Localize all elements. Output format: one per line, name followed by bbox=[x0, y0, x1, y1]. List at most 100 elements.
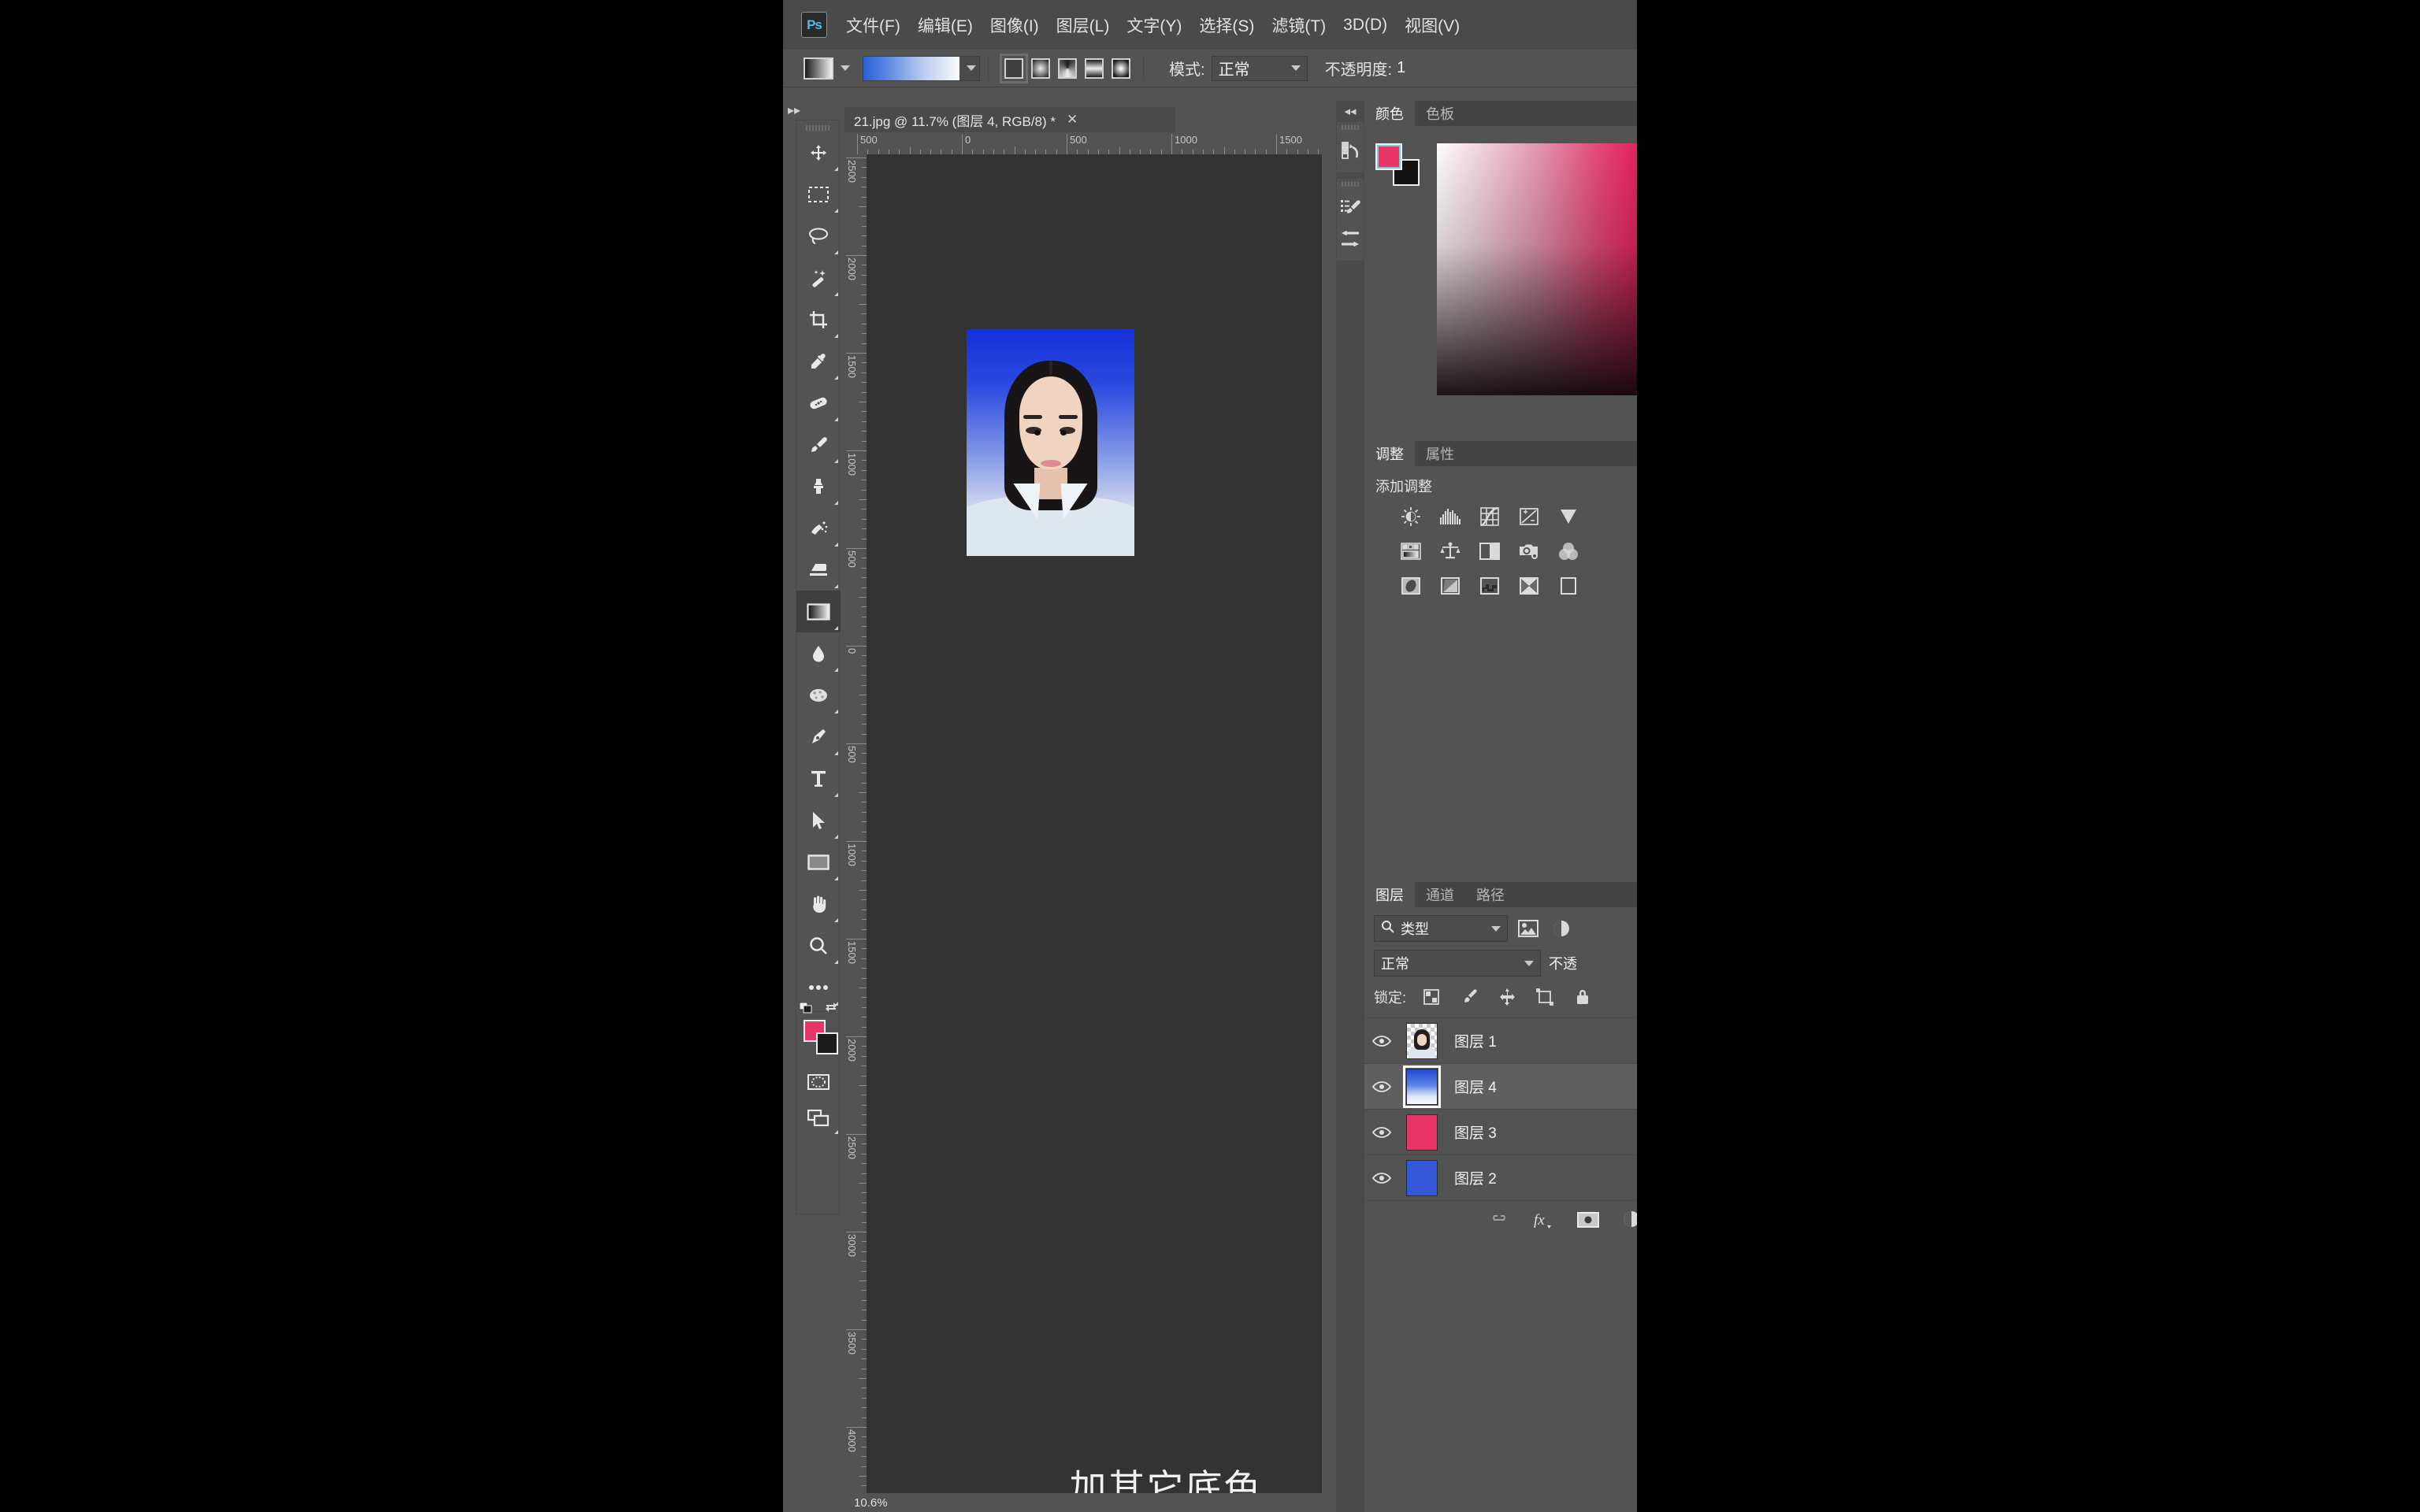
tab-swatches[interactable]: 色板 bbox=[1415, 101, 1465, 126]
color-ramp-picker[interactable] bbox=[1437, 143, 1637, 395]
lock-all-icon[interactable] bbox=[1570, 984, 1595, 1010]
pen-tool[interactable] bbox=[796, 716, 841, 758]
curves-icon[interactable] bbox=[1478, 506, 1501, 528]
tab-paths[interactable]: 路径 bbox=[1465, 882, 1516, 907]
layer-style-fx-icon[interactable]: fx bbox=[1533, 1210, 1553, 1229]
table-row[interactable]: 图层 3 bbox=[1364, 1109, 1637, 1154]
menu-view[interactable]: 视图(V) bbox=[1405, 13, 1460, 37]
quick-mask-mode-button[interactable] bbox=[796, 1064, 841, 1100]
vibrance-icon[interactable] bbox=[1557, 506, 1580, 528]
document-tab[interactable]: 21.jpg @ 11.7% (图层 4, RGB/8) * ✕ bbox=[844, 107, 1175, 132]
blue-to-white-gradient-icon[interactable] bbox=[863, 56, 959, 80]
table-row[interactable]: 图层 2 bbox=[1364, 1154, 1637, 1200]
swap-foreground-background-icon[interactable] bbox=[825, 1001, 837, 1017]
layer-thumbnail[interactable] bbox=[1406, 1022, 1438, 1059]
new-adjustment-layer-icon[interactable] bbox=[1623, 1210, 1637, 1229]
rail-grip-2[interactable] bbox=[1342, 182, 1359, 187]
lock-position-icon[interactable] bbox=[1494, 984, 1520, 1010]
brush-settings-panel-icon[interactable] bbox=[1337, 191, 1364, 223]
spot-healing-brush-tool[interactable] bbox=[796, 382, 841, 424]
menu-select[interactable]: 选择(S) bbox=[1199, 13, 1254, 37]
layer-name[interactable]: 图层 2 bbox=[1454, 1167, 1497, 1188]
history-brush-tool[interactable] bbox=[796, 507, 841, 549]
rail-grip[interactable] bbox=[1342, 125, 1359, 130]
tab-layers[interactable]: 图层 bbox=[1364, 882, 1415, 907]
layer-filter-type-select[interactable]: 类型 bbox=[1374, 915, 1508, 942]
adjustment-layer-filter-icon[interactable] bbox=[1549, 916, 1574, 941]
collapse-panels-double-chevron-icon[interactable]: ◂◂ bbox=[1336, 101, 1364, 121]
hue-saturation-icon[interactable] bbox=[1399, 540, 1423, 562]
reflected-gradient-type-button[interactable] bbox=[1085, 57, 1104, 79]
gradient-preset-swatch-icon[interactable] bbox=[804, 57, 833, 80]
path-selection-tool[interactable] bbox=[796, 799, 841, 841]
tab-properties[interactable]: 属性 bbox=[1415, 441, 1465, 466]
eyedropper-tool[interactable] bbox=[796, 340, 841, 382]
id-photo-image[interactable] bbox=[967, 329, 1134, 556]
invert-icon[interactable] bbox=[1399, 575, 1423, 597]
menu-file[interactable]: 文件(F) bbox=[846, 13, 900, 37]
layer-thumbnail[interactable] bbox=[1403, 1065, 1441, 1108]
exposure-icon[interactable] bbox=[1517, 506, 1541, 528]
blur-tool[interactable] bbox=[796, 632, 841, 674]
gradient-preset-chevron-down-icon[interactable] bbox=[841, 65, 850, 71]
background-color-swatch[interactable] bbox=[816, 1032, 838, 1054]
brush-tool[interactable] bbox=[796, 424, 841, 465]
gradient-map-icon[interactable] bbox=[1517, 575, 1541, 597]
history-panel-icon[interactable] bbox=[1337, 135, 1364, 166]
color-balance-icon[interactable] bbox=[1438, 540, 1462, 562]
link-layers-icon[interactable] bbox=[1489, 1214, 1509, 1225]
toolbox-grip[interactable] bbox=[796, 120, 839, 132]
default-foreground-background-icon[interactable] bbox=[799, 1002, 812, 1014]
gradient-list-chevron-down-icon[interactable] bbox=[967, 65, 976, 71]
clone-stamp-tool[interactable] bbox=[796, 465, 841, 507]
tab-channels[interactable]: 通道 bbox=[1415, 882, 1465, 907]
threshold-icon[interactable] bbox=[1478, 575, 1501, 597]
crop-tool[interactable] bbox=[796, 298, 841, 340]
brush-presets-panel-icon[interactable] bbox=[1337, 223, 1364, 254]
canvas-area[interactable]: 加其它底色 bbox=[867, 154, 1322, 1510]
posterize-icon[interactable] bbox=[1438, 575, 1462, 597]
zoom-tool[interactable] bbox=[796, 925, 841, 966]
table-row[interactable]: 图层 4 bbox=[1364, 1063, 1637, 1109]
layer-thumbnail[interactable] bbox=[1406, 1159, 1438, 1196]
lock-image-pixels-icon[interactable] bbox=[1457, 984, 1482, 1010]
linear-gradient-type-button[interactable] bbox=[1000, 53, 1028, 83]
lock-artboard-icon[interactable] bbox=[1532, 984, 1557, 1010]
tab-adjustments[interactable]: 调整 bbox=[1364, 441, 1415, 466]
document-canvas[interactable]: 加其它底色 bbox=[867, 154, 1322, 1510]
eraser-tool[interactable] bbox=[796, 549, 841, 591]
color-panel-foreground-swatch[interactable] bbox=[1375, 143, 1402, 170]
brightness-contrast-icon[interactable] bbox=[1399, 506, 1423, 528]
zoom-level-status[interactable]: 10.6% bbox=[854, 1496, 888, 1510]
layer-visibility-eye-icon[interactable] bbox=[1364, 1080, 1399, 1093]
selective-color-icon[interactable] bbox=[1557, 575, 1580, 597]
tab-color[interactable]: 颜色 bbox=[1364, 101, 1415, 126]
menu-edit[interactable]: 编辑(E) bbox=[918, 13, 973, 37]
photo-filter-icon[interactable] bbox=[1517, 540, 1541, 562]
magic-wand-tool[interactable] bbox=[796, 257, 841, 298]
layer-name[interactable]: 图层 1 bbox=[1454, 1030, 1497, 1051]
diamond-gradient-type-button[interactable] bbox=[1112, 57, 1130, 79]
black-white-icon[interactable] bbox=[1478, 540, 1501, 562]
close-tab-icon[interactable]: ✕ bbox=[1067, 112, 1078, 128]
rectangular-marquee-tool[interactable] bbox=[796, 173, 841, 215]
angle-gradient-type-button[interactable] bbox=[1058, 57, 1077, 79]
hand-tool[interactable] bbox=[796, 883, 841, 925]
lock-transparent-pixels-icon[interactable] bbox=[1419, 984, 1444, 1010]
table-row[interactable]: 图层 1 bbox=[1364, 1017, 1637, 1063]
rectangle-tool[interactable] bbox=[796, 841, 841, 883]
move-tool[interactable] bbox=[796, 132, 841, 173]
layer-thumbnail[interactable] bbox=[1406, 1114, 1438, 1151]
menu-3d[interactable]: 3D(D) bbox=[1343, 16, 1387, 35]
layer-visibility-eye-icon[interactable] bbox=[1364, 1035, 1399, 1047]
vertical-ruler[interactable]: 2500 2000 1500 1000 500 0 500 1000 1500 2000 2500 3… bbox=[844, 154, 867, 1493]
layer-visibility-eye-icon[interactable] bbox=[1364, 1126, 1399, 1139]
layer-name[interactable]: 图层 4 bbox=[1454, 1076, 1497, 1097]
radial-gradient-type-button[interactable] bbox=[1031, 57, 1050, 79]
gradient-editor-button[interactable] bbox=[863, 55, 980, 81]
menu-type[interactable]: 文字(Y) bbox=[1126, 13, 1182, 37]
layer-blend-mode-select[interactable]: 正常 bbox=[1374, 950, 1541, 976]
pixel-layer-filter-icon[interactable] bbox=[1516, 916, 1541, 941]
dodge-tool[interactable] bbox=[796, 674, 841, 716]
blend-mode-select[interactable]: 正常 bbox=[1211, 55, 1308, 81]
